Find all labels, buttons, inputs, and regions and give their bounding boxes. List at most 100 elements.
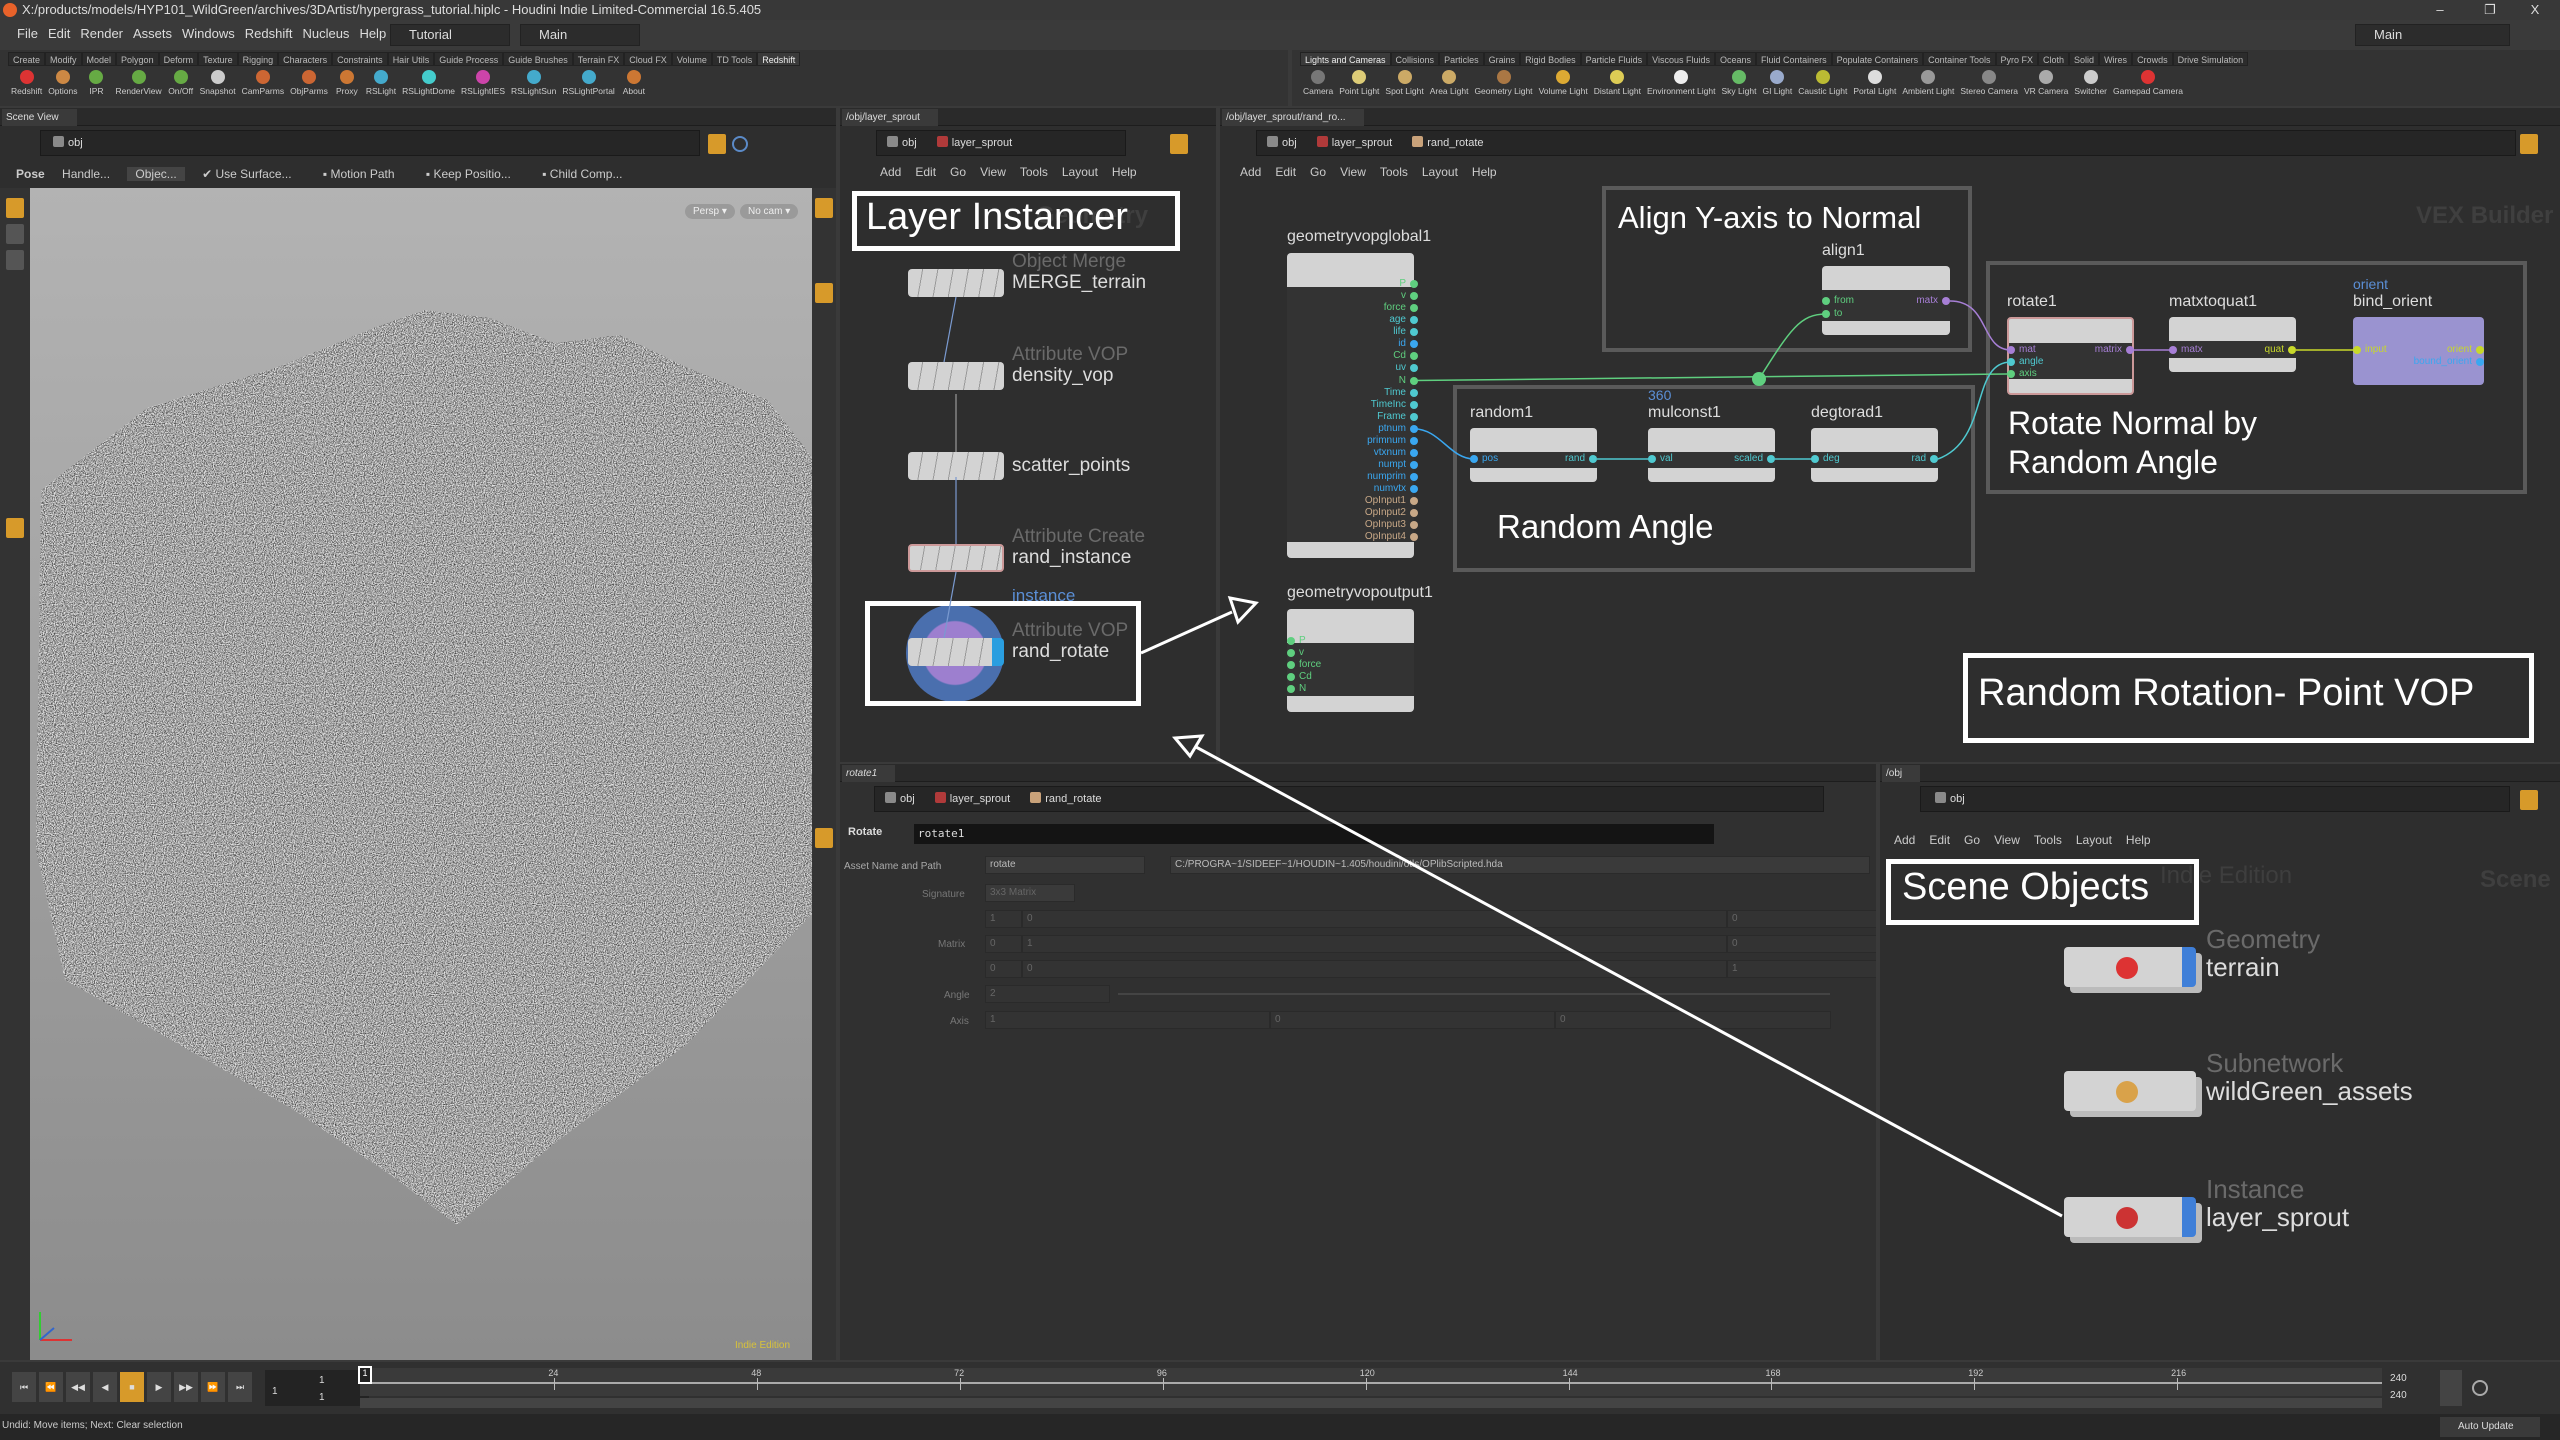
signature-dropdown[interactable]: 3x3 Matrix — [985, 884, 1075, 902]
port-dot[interactable] — [1287, 649, 1295, 658]
port-dot[interactable] — [1410, 448, 1418, 457]
node-rand-instance[interactable] — [908, 544, 1004, 572]
right-desktop-selector[interactable]: Main — [2355, 24, 2510, 46]
shelf-tool-camera[interactable]: Camera — [1300, 68, 1336, 96]
port-dot[interactable] — [1410, 424, 1418, 433]
menu-help[interactable]: Help — [1112, 165, 1137, 179]
axis-x-field[interactable]: 1 — [985, 1011, 1270, 1029]
menu-add[interactable]: Add — [880, 165, 901, 179]
playback-button-7[interactable]: ⏩ — [201, 1372, 225, 1402]
menu-help[interactable]: Help — [2126, 833, 2151, 847]
menu-add[interactable]: Add — [1894, 833, 1915, 847]
playback-button-6[interactable]: ▶▶ — [174, 1372, 198, 1402]
matrix-field[interactable]: 0 — [985, 935, 1022, 953]
crumb-obj[interactable]: obj — [1929, 787, 1979, 811]
playback-button-1[interactable]: ⏪ — [39, 1372, 63, 1402]
timeline-track[interactable]: 24 48 72 96 120 144 168 192 216 1 — [358, 1366, 2382, 1396]
tab-rotate1[interactable]: rotate1 — [842, 765, 896, 782]
menu-layout[interactable]: Layout — [1422, 165, 1458, 179]
pin-icon[interactable] — [2520, 790, 2538, 810]
playback-button-2[interactable]: ◀◀ — [66, 1372, 90, 1402]
shelf-tab-populate-containers[interactable]: Populate Containers — [1831, 52, 1924, 66]
minimize-button[interactable]: – — [2420, 0, 2460, 20]
matrix-field[interactable]: 1 — [1727, 960, 1876, 978]
shelf-tab-collisions[interactable]: Collisions — [1390, 52, 1440, 66]
sop-path[interactable]: obj layer_sprout — [876, 130, 1126, 156]
shelf-tab-lights-and-cameras[interactable]: Lights and Cameras — [1300, 52, 1391, 66]
shelf-tool-ambient-light[interactable]: Ambient Light — [1899, 68, 1957, 96]
shelf-tab-pyro-fx[interactable]: Pyro FX — [1995, 52, 2039, 66]
shelf-tab-grains[interactable]: Grains — [1483, 52, 1521, 66]
node-merge-terrain[interactable] — [908, 269, 1004, 297]
port-dot[interactable] — [1410, 461, 1418, 470]
realtime-icon[interactable] — [2472, 1380, 2488, 1396]
shelf-tool-spot-light[interactable]: Spot Light — [1382, 68, 1426, 96]
audio-icon[interactable] — [2440, 1370, 2462, 1406]
angle-field[interactable]: 2 — [985, 985, 1110, 1003]
shelf-tool-gamepad-camera[interactable]: Gamepad Camera — [2110, 68, 2186, 96]
menu-tools[interactable]: Tools — [2034, 833, 2062, 847]
vop-path[interactable]: obj layer_sprout rand_rotate — [1256, 130, 2516, 156]
crumb-layer-sprout[interactable]: layer_sprout — [1311, 131, 1407, 155]
node-scatter-points[interactable] — [908, 452, 1004, 480]
current-frame-field[interactable]: 1 — [272, 1386, 278, 1397]
asset-name-dropdown[interactable]: rotate — [985, 856, 1145, 874]
frame-end-fields[interactable]: 240 240 — [2390, 1370, 2407, 1404]
shelf-tool-stereo-camera[interactable]: Stereo Camera — [1957, 68, 2021, 96]
crumb-layer-sprout[interactable]: layer_sprout — [931, 131, 1027, 155]
close-button[interactable]: X — [2515, 0, 2555, 20]
playback-button-8[interactable]: ⏭ — [228, 1372, 252, 1402]
shelf-tab-particle-fluids[interactable]: Particle Fluids — [1580, 52, 1648, 66]
menu-edit[interactable]: Edit — [915, 165, 936, 179]
menu-edit[interactable]: Edit — [1275, 165, 1296, 179]
timeline-playhead[interactable]: 1 — [358, 1366, 372, 1384]
node-name-field[interactable]: rotate1 — [914, 824, 1714, 844]
menu-view[interactable]: View — [980, 165, 1006, 179]
shelf-tab-container-tools[interactable]: Container Tools — [1923, 52, 1996, 66]
menu-add[interactable]: Add — [1240, 165, 1261, 179]
matrix-field[interactable]: 1 — [985, 910, 1022, 928]
port-dot[interactable] — [1410, 280, 1418, 288]
shelf-tab-wires[interactable]: Wires — [2099, 52, 2133, 66]
menu-tools[interactable]: Tools — [1380, 165, 1408, 179]
axis-y-field[interactable]: 0 — [1270, 1011, 1555, 1029]
port-dot[interactable] — [1410, 412, 1418, 421]
shelf-tab-cloth[interactable]: Cloth — [2038, 52, 2070, 66]
shelf-tab-solid[interactable]: Solid — [2069, 52, 2100, 66]
angle-slider[interactable] — [1118, 993, 1830, 995]
node-density-vop[interactable] — [908, 362, 1004, 390]
tab-obj[interactable]: /obj — [1882, 765, 1921, 782]
playback-button-3[interactable]: ◀ — [93, 1372, 117, 1402]
port-dot[interactable] — [1410, 400, 1418, 409]
matrix-field[interactable]: 0 — [985, 960, 1022, 978]
shelf-tab-crowds[interactable]: Crowds — [2132, 52, 2173, 66]
menu-edit[interactable]: Edit — [1929, 833, 1950, 847]
port-dot[interactable] — [1410, 436, 1418, 445]
port-dot[interactable] — [1410, 376, 1418, 385]
playback-button-4[interactable]: ■ — [120, 1372, 144, 1402]
shelf-tool-environment-light[interactable]: Environment Light — [1644, 68, 1719, 96]
shelf-tab-particles[interactable]: Particles — [1439, 52, 1484, 66]
obj-path[interactable]: obj — [1920, 786, 2510, 812]
port-dot[interactable] — [1410, 292, 1418, 301]
maximize-button[interactable]: ❐ — [2470, 0, 2510, 20]
axis-z-field[interactable]: 0 — [1555, 1011, 1831, 1029]
crumb-obj[interactable]: obj — [881, 131, 931, 155]
frame-start-fields[interactable]: 11 — [265, 1370, 369, 1406]
playback-button-5[interactable]: ▶ — [147, 1372, 171, 1402]
shelf-tool-geometry-light[interactable]: Geometry Light — [1471, 68, 1535, 96]
tab-rand-rotate[interactable]: /obj/layer_sprout/rand_ro... — [1222, 109, 1364, 126]
shelf-tool-distant-light[interactable]: Distant Light — [1591, 68, 1644, 96]
matrix-field[interactable]: 1 — [1022, 935, 1727, 953]
matrix-field[interactable]: 0 — [1022, 910, 1727, 928]
shelf-tab-fluid-containers[interactable]: Fluid Containers — [1756, 52, 1832, 66]
crumb-obj[interactable]: obj — [879, 787, 929, 811]
menu-view[interactable]: View — [1340, 165, 1366, 179]
shelf-tool-point-light[interactable]: Point Light — [1336, 68, 1382, 96]
crumb-rand-rotate[interactable]: rand_rotate — [1024, 787, 1115, 811]
playback-button-0[interactable]: ⏮ — [12, 1372, 36, 1402]
shelf-tab-viscous-fluids[interactable]: Viscous Fluids — [1647, 52, 1716, 66]
shelf-tool-sky-light[interactable]: Sky Light — [1718, 68, 1759, 96]
auto-update-dropdown[interactable]: Auto Update — [2440, 1417, 2540, 1437]
shelf-tool-vr-camera[interactable]: VR Camera — [2021, 68, 2071, 96]
